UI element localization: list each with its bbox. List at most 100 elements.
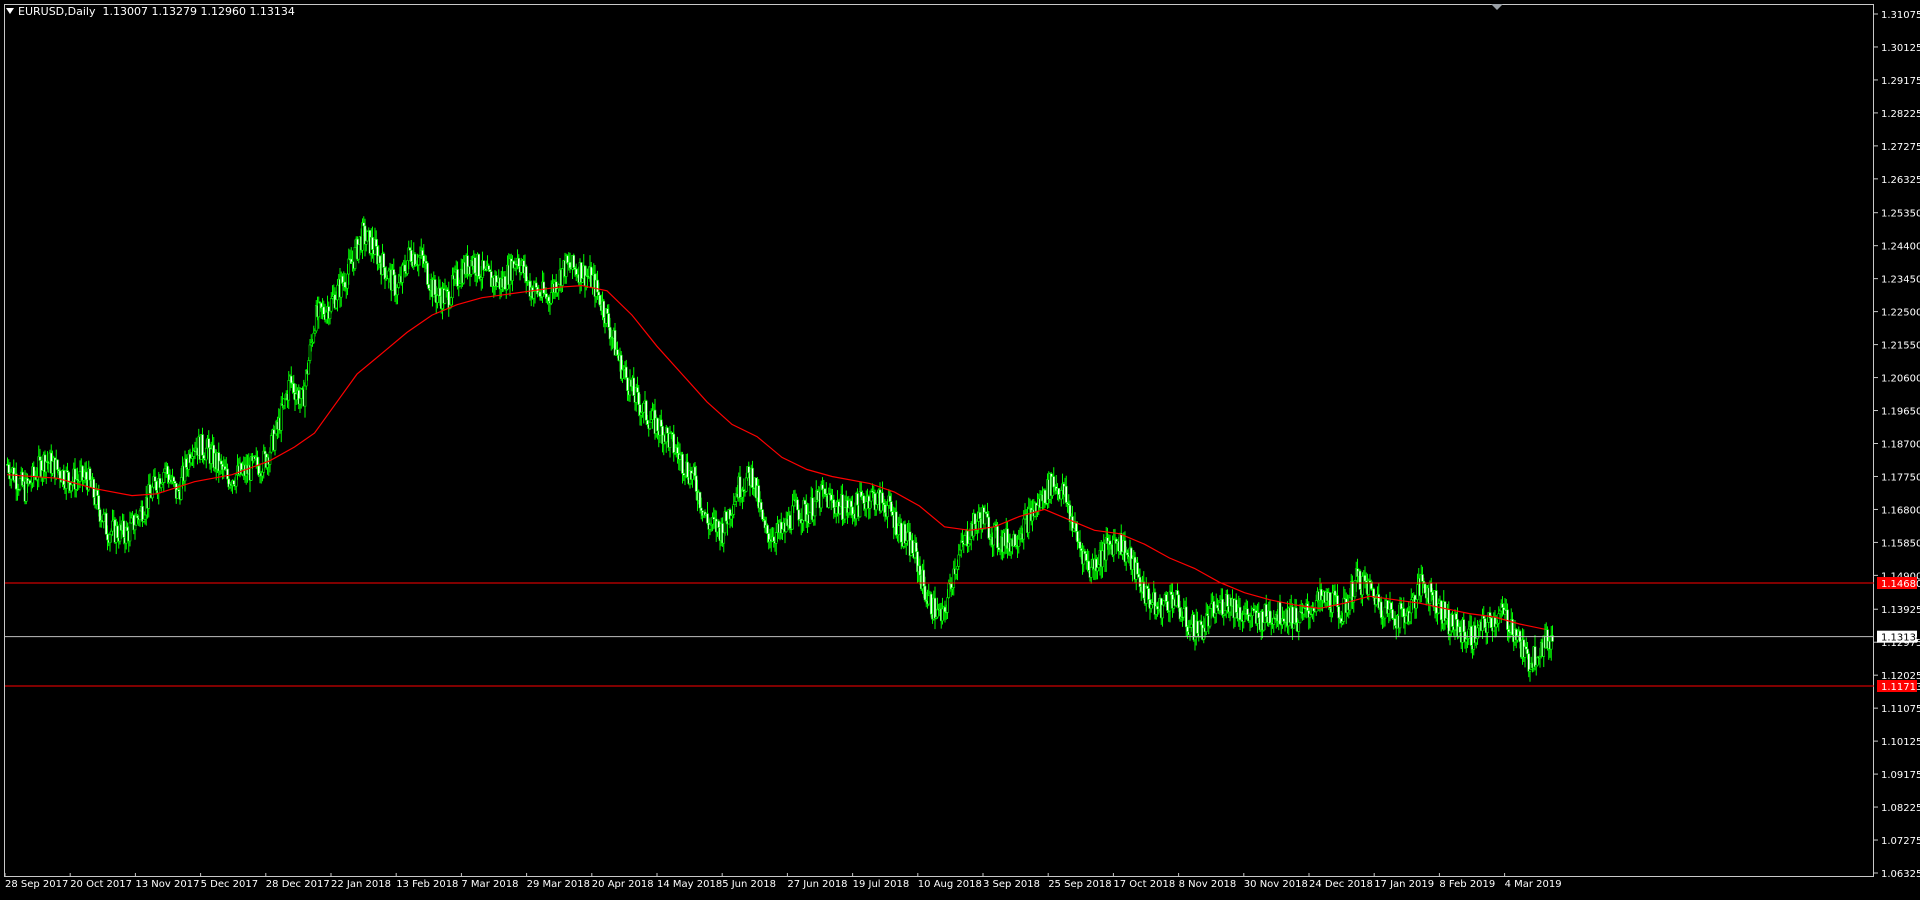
candle-body xyxy=(138,510,142,521)
candle-body xyxy=(426,262,429,285)
candle-body xyxy=(1414,599,1418,609)
candle-body xyxy=(1423,583,1427,594)
candle-body xyxy=(597,291,601,296)
candle-body xyxy=(843,507,847,520)
triangle-down-icon[interactable] xyxy=(6,8,14,14)
time-tick-label: 8 Nov 2018 xyxy=(1179,879,1237,890)
candle-body xyxy=(724,511,728,522)
candle-body xyxy=(433,279,437,296)
candle-body xyxy=(797,509,801,521)
candle-body xyxy=(732,504,736,515)
candle-body xyxy=(791,505,794,530)
chart-title: EURUSD,Daily 1.13007 1.13279 1.12960 1.1… xyxy=(6,5,295,19)
candle-body xyxy=(1052,476,1056,488)
candle-body xyxy=(343,281,347,288)
candle-body xyxy=(1022,518,1026,540)
candle-body xyxy=(636,387,639,393)
candle-body xyxy=(637,391,641,406)
candle-body xyxy=(1298,611,1302,623)
candle-body xyxy=(453,271,457,280)
candle-body xyxy=(292,383,296,393)
price-tick-label: 1.29175 xyxy=(1881,76,1920,87)
candle-body xyxy=(209,448,213,464)
chart-window[interactable]: EURUSD,Daily 1.13007 1.13279 1.12960 1.1… xyxy=(0,0,1920,900)
candle-body xyxy=(436,295,439,303)
candle-body xyxy=(329,298,333,312)
candle-body xyxy=(357,244,361,260)
candle-body xyxy=(656,417,659,432)
time-tick-label: 5 Jun 2018 xyxy=(722,879,776,890)
candle-body xyxy=(14,473,18,490)
candle-body xyxy=(744,477,748,492)
candle-body xyxy=(1404,615,1408,624)
candle-body xyxy=(827,493,831,508)
candle-body xyxy=(1089,566,1093,578)
price-chart[interactable]: 1.31075 1.30125 1.29175 1.28225 1.27275 1.263… xyxy=(0,0,1920,900)
candle-body xyxy=(532,291,536,299)
candle-body xyxy=(378,255,382,264)
candle-body xyxy=(397,282,401,288)
candle-body xyxy=(694,475,698,492)
candle-body xyxy=(978,512,982,519)
candle-body xyxy=(1149,604,1153,609)
candle-body xyxy=(691,472,694,480)
candle-body xyxy=(1268,610,1272,624)
price-tick-label: 1.10125 xyxy=(1881,737,1920,748)
candle-body xyxy=(801,520,804,524)
candle-body xyxy=(568,262,572,269)
candle-body xyxy=(273,433,277,451)
candle-body xyxy=(1402,608,1406,618)
candle-body xyxy=(1208,608,1212,627)
candle-body xyxy=(899,522,903,543)
candle-body xyxy=(51,460,54,474)
candle-body xyxy=(1166,601,1169,611)
candle-body xyxy=(812,515,816,521)
candle-body xyxy=(312,332,316,343)
candle-body xyxy=(374,239,378,247)
price-tick-label: 1.30125 xyxy=(1881,43,1920,54)
candle-body xyxy=(44,461,48,473)
candle-body xyxy=(96,490,99,496)
candle-body xyxy=(864,501,868,510)
candle-body xyxy=(392,269,396,276)
candle-body xyxy=(983,511,987,525)
candle-body xyxy=(1321,595,1324,601)
price-tick-label: 1.13925 xyxy=(1881,605,1920,616)
candle-body xyxy=(1507,629,1511,633)
candle-body xyxy=(116,525,119,539)
candle-body xyxy=(1161,604,1164,619)
candle-body xyxy=(918,565,922,576)
candle-body xyxy=(1156,606,1159,610)
candle-body xyxy=(1142,581,1146,599)
candle-body xyxy=(473,257,477,274)
time-tick-label: 7 Mar 2018 xyxy=(461,879,518,890)
candle-body xyxy=(294,393,298,401)
candle-body xyxy=(7,464,11,474)
candle-body xyxy=(1083,550,1087,555)
candle-body xyxy=(173,480,177,484)
candle-body xyxy=(449,297,453,306)
candle-body xyxy=(262,450,266,473)
candle-body xyxy=(1474,638,1478,644)
symbol-title: EURUSD,Daily xyxy=(18,5,96,18)
candle-body xyxy=(154,480,158,491)
candle-body xyxy=(1331,592,1334,613)
candle-body xyxy=(722,532,726,544)
time-tick-label: 17 Jan 2019 xyxy=(1374,879,1434,890)
candle-body xyxy=(279,403,283,431)
candle-body xyxy=(268,451,272,465)
candle-body xyxy=(403,264,407,272)
candle-body xyxy=(1278,601,1282,625)
candle-body xyxy=(477,253,481,277)
candle-body xyxy=(409,249,413,262)
candle-body xyxy=(1282,618,1286,622)
candle-body xyxy=(891,511,894,516)
candle-body xyxy=(1458,626,1462,633)
candle-body xyxy=(608,326,612,340)
candle-body xyxy=(361,222,364,251)
candle-body xyxy=(591,274,594,288)
chart-shift-marker-icon[interactable] xyxy=(1491,4,1503,10)
candle-body xyxy=(1216,604,1219,609)
candle-body xyxy=(968,539,972,545)
candle-body xyxy=(1337,606,1341,619)
